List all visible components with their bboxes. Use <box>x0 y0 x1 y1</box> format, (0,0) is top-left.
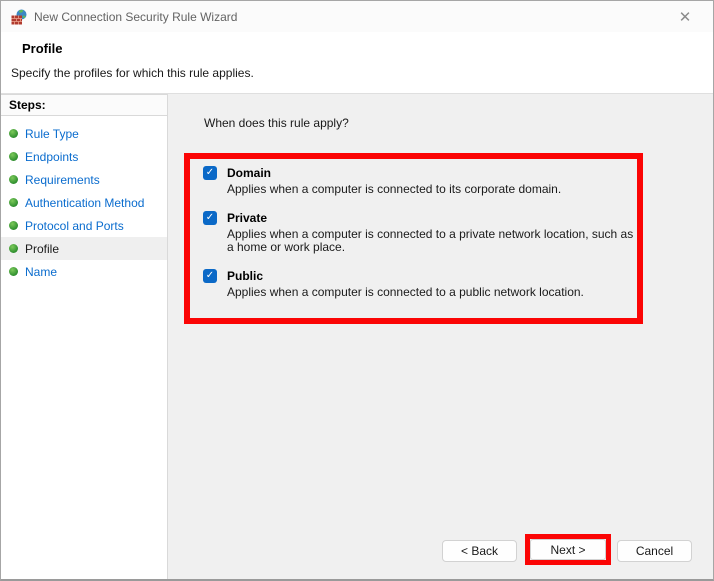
profile-label-public: Public <box>227 269 263 283</box>
page-subtitle: Specify the profiles for which this rule… <box>1 56 713 80</box>
firewall-wizard-icon <box>11 9 27 25</box>
wizard-window: New Connection Security Rule Wizard ✕ Pr… <box>0 0 714 581</box>
checkbox-private[interactable]: ✓ <box>203 211 217 225</box>
sidebar-item-label: Profile <box>25 242 59 256</box>
wizard-header: Profile Specify the profiles for which t… <box>1 32 713 94</box>
checkmark-icon: ✓ <box>206 166 214 180</box>
step-bullet-icon <box>9 198 18 207</box>
profile-label-domain: Domain <box>227 166 271 180</box>
sidebar-item-label: Rule Type <box>25 127 79 141</box>
sidebar-item-protocol-and-ports[interactable]: Protocol and Ports <box>1 214 167 237</box>
profile-description-public: Applies when a computer is connected to … <box>227 286 639 299</box>
next-button[interactable]: Next > <box>530 539 606 560</box>
annotation-box-profiles: ✓ Domain Applies when a computer is conn… <box>184 153 643 324</box>
back-button[interactable]: < Back <box>442 540 517 562</box>
main-panel: When does this rule apply? ✓ Domain Appl… <box>168 94 713 580</box>
profile-label-private: Private <box>227 211 267 225</box>
cancel-button[interactable]: Cancel <box>617 540 692 562</box>
checkbox-public[interactable]: ✓ <box>203 269 217 283</box>
sidebar-item-rule-type[interactable]: Rule Type <box>1 122 167 145</box>
step-bullet-icon <box>9 175 18 184</box>
title-bar: New Connection Security Rule Wizard ✕ <box>1 1 713 32</box>
checkmark-icon: ✓ <box>206 269 214 283</box>
sidebar-item-label: Protocol and Ports <box>25 219 124 233</box>
close-icon[interactable]: ✕ <box>668 1 702 32</box>
checkbox-domain[interactable]: ✓ <box>203 166 217 180</box>
step-bullet-icon <box>9 221 18 230</box>
steps-heading: Steps: <box>1 94 167 116</box>
sidebar-item-authentication-method[interactable]: Authentication Method <box>1 191 167 214</box>
question-text: When does this rule apply? <box>204 116 349 130</box>
steps-sidebar: Steps: Rule Type Endpoints Requirements … <box>1 94 168 580</box>
sidebar-item-label: Endpoints <box>25 150 78 164</box>
step-bullet-icon <box>9 152 18 161</box>
sidebar-item-profile[interactable]: Profile <box>1 237 167 260</box>
page-title: Profile <box>1 32 713 56</box>
sidebar-item-label: Authentication Method <box>25 196 144 210</box>
sidebar-item-label: Requirements <box>25 173 100 187</box>
sidebar-item-label: Name <box>25 265 57 279</box>
annotation-box-next: Next > <box>525 534 611 565</box>
profile-description-domain: Applies when a computer is connected to … <box>227 183 639 196</box>
window-title: New Connection Security Rule Wizard <box>34 10 237 24</box>
checkmark-icon: ✓ <box>206 211 214 225</box>
sidebar-item-endpoints[interactable]: Endpoints <box>1 145 167 168</box>
sidebar-item-requirements[interactable]: Requirements <box>1 168 167 191</box>
step-bullet-icon <box>9 267 18 276</box>
profile-description-private: Applies when a computer is connected to … <box>227 228 639 254</box>
step-bullet-icon <box>9 129 18 138</box>
sidebar-item-name[interactable]: Name <box>1 260 167 283</box>
step-bullet-icon <box>9 244 18 253</box>
